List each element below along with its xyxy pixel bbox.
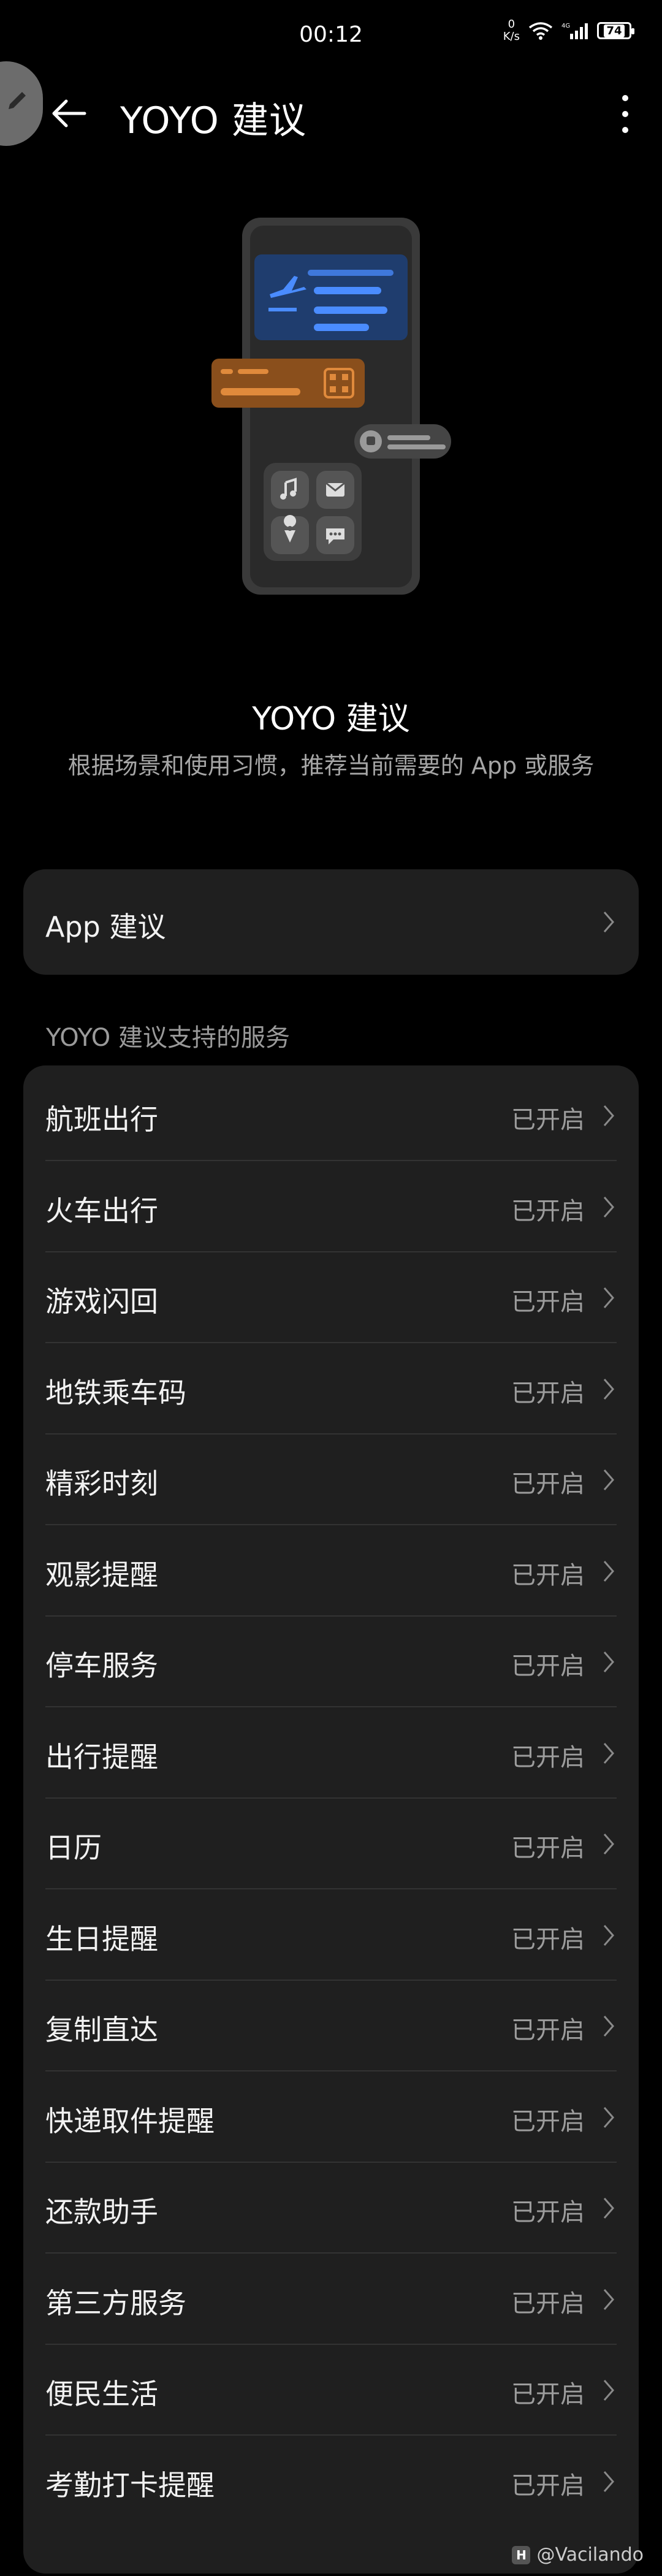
service-row[interactable]: 日历 已开启	[23, 1799, 639, 1889]
service-label: 航班出行	[45, 1103, 158, 1136]
service-status: 已开启	[511, 2198, 585, 2227]
service-label: 考勤打卡提醒	[45, 2468, 215, 2502]
service-row[interactable]: 观影提醒 已开启	[23, 1526, 639, 1617]
svg-text:4G: 4G	[561, 23, 570, 29]
chevron-right-icon	[603, 2016, 614, 2037]
service-status: 已开启	[511, 1652, 585, 1680]
chevron-right-icon	[603, 1469, 614, 1490]
chevron-right-icon	[603, 1742, 614, 1764]
service-label: 观影提醒	[45, 1558, 158, 1591]
service-label: 火车出行	[45, 1194, 158, 1227]
chevron-right-icon	[603, 1287, 614, 1308]
chevron-right-icon	[603, 2106, 614, 2128]
watermark: H @Vacilando	[512, 2544, 644, 2566]
service-row[interactable]: 停车服务 已开启	[23, 1617, 639, 1707]
service-status: 已开启	[511, 2471, 585, 2500]
services-section-title: YOYO 建议支持的服务	[46, 1024, 290, 1052]
service-row[interactable]: 地铁乘车码 已开启	[23, 1344, 639, 1435]
status-bar: 00:12 0 K/s 4G 74	[0, 0, 662, 74]
signal-icon: 4G	[561, 23, 588, 39]
chevron-right-icon	[603, 2198, 614, 2219]
app-suggestion-row[interactable]: App 建议	[23, 869, 639, 975]
chevron-right-icon	[603, 2471, 614, 2492]
service-label: 第三方服务	[45, 2286, 186, 2320]
service-row[interactable]: 出行提醒 已开启	[23, 1708, 639, 1799]
service-status: 已开启	[511, 2016, 585, 2044]
back-arrow-icon[interactable]	[48, 92, 91, 135]
service-row[interactable]: 快递取件提醒 已开启	[23, 2072, 639, 2163]
chevron-right-icon	[603, 2288, 614, 2310]
service-label: 精彩时刻	[45, 1467, 158, 1500]
chevron-right-icon	[603, 1924, 614, 1946]
service-status: 已开启	[511, 1834, 585, 1862]
service-row[interactable]: 复制直达 已开启	[23, 1981, 639, 2071]
service-row[interactable]: 便民生活 已开启	[23, 2345, 639, 2436]
service-status: 已开启	[511, 1561, 585, 1590]
chevron-right-icon	[603, 1652, 614, 1672]
pencil-icon	[9, 92, 26, 109]
service-label: 快递取件提醒	[45, 2104, 215, 2138]
service-status: 已开启	[511, 2289, 585, 2318]
service-status: 已开启	[511, 1743, 585, 1772]
service-label: 便民生活	[45, 2377, 158, 2410]
service-status: 已开启	[511, 2107, 585, 2136]
service-row[interactable]: 航班出行 已开启	[23, 1070, 639, 1161]
chevron-right-icon	[603, 1560, 614, 1582]
chevron-right-icon	[603, 2380, 614, 2401]
service-status: 已开启	[511, 1197, 585, 1225]
service-label: 地铁乘车码	[45, 1376, 186, 1409]
service-row[interactable]: 第三方服务 已开启	[23, 2254, 639, 2345]
watermark-logo-icon: H	[512, 2545, 531, 2564]
service-row[interactable]: 还款助手 已开启	[23, 2163, 639, 2254]
battery-icon: 74	[597, 22, 634, 39]
service-status: 已开启	[511, 1379, 585, 1408]
hero-description: 根据场景和使用习惯，推荐当前需要的 App 或服务	[67, 752, 595, 779]
service-row[interactable]: 火车出行 已开启	[23, 1162, 639, 1252]
chevron-right-icon	[603, 1105, 614, 1126]
service-row[interactable]: 精彩时刻 已开启	[23, 1435, 639, 1525]
yoyo-illustration	[211, 218, 451, 595]
chevron-right-icon	[603, 1196, 614, 1218]
floating-edit-button[interactable]	[0, 61, 43, 146]
service-row[interactable]: 生日提醒 已开启	[23, 1890, 639, 1981]
chevron-right-icon	[603, 1834, 614, 1854]
chevron-right-icon	[603, 912, 614, 932]
service-label: 停车服务	[45, 1649, 158, 1682]
wifi-icon	[528, 22, 553, 40]
hero-title: YOYO 建议	[252, 701, 410, 737]
net-speed: 0 K/s	[503, 18, 520, 43]
service-row[interactable]: 考勤打卡提醒 已开启	[23, 2436, 639, 2527]
service-label: 还款助手	[45, 2195, 158, 2228]
status-icons: 0 K/s 4G 74	[503, 18, 634, 43]
service-row[interactable]: 游戏闪回 已开启	[23, 1252, 639, 1343]
service-status: 已开启	[511, 2380, 585, 2409]
service-status: 已开启	[511, 1925, 585, 1954]
chevron-right-icon	[603, 1378, 614, 1400]
service-label: 日历	[45, 1831, 102, 1864]
service-label: 出行提醒	[45, 1740, 158, 1774]
service-status: 已开启	[511, 1470, 585, 1498]
service-status: 已开启	[511, 1106, 585, 1134]
app-suggestion-label: App 建议	[45, 910, 166, 943]
more-options-icon[interactable]	[613, 91, 637, 140]
service-label: 生日提醒	[45, 1922, 158, 1956]
service-status: 已开启	[511, 1288, 585, 1316]
page-title: YOYO 建议	[120, 99, 306, 142]
service-label: 游戏闪回	[45, 1285, 158, 1318]
services-list: 航班出行 已开启 火车出行 已开启 游戏闪回 已开启 地铁乘车码 已开启 精彩时刻 已开启 观影提醒…	[23, 1065, 639, 2574]
service-label: 复制直达	[45, 2013, 158, 2046]
